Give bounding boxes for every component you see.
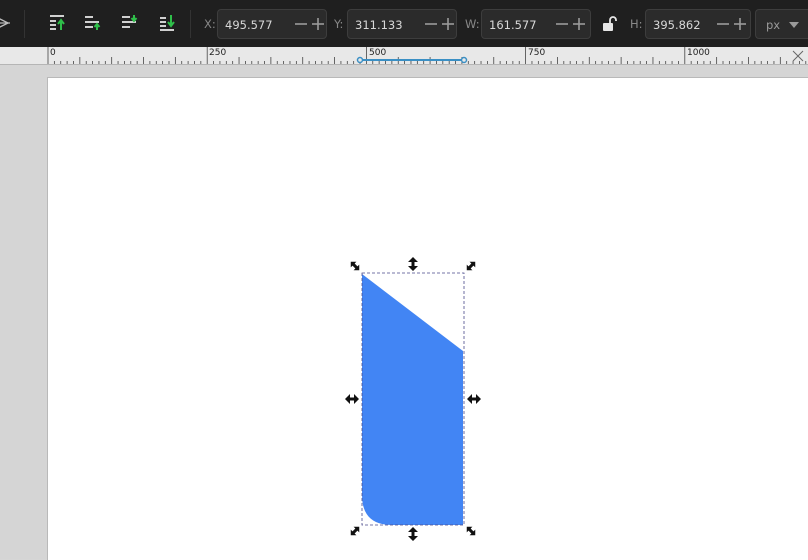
toolbar-overflow-arrow-icon[interactable]: [0, 14, 12, 32]
x-decrement-icon[interactable]: [293, 14, 309, 34]
scale-handle-left[interactable]: [345, 394, 359, 404]
x-value[interactable]: 495.577: [225, 18, 273, 32]
ruler-corner-icon: [792, 50, 804, 62]
selected-shape[interactable]: [362, 274, 463, 525]
w-value[interactable]: 161.577: [489, 18, 537, 32]
selection-layer: [345, 257, 481, 541]
lower-icon[interactable]: [119, 12, 141, 34]
y-decrement-icon[interactable]: [423, 14, 439, 34]
scale-handle-top-right[interactable]: [464, 259, 478, 273]
w-decrement-icon[interactable]: [554, 14, 570, 34]
h-increment-icon[interactable]: [732, 14, 748, 34]
ruler-label: 750: [528, 48, 546, 58]
ruler-label: 0: [50, 48, 56, 58]
unlocked-padlock-icon[interactable]: [600, 15, 618, 33]
h-spinbox[interactable]: 395.862: [645, 9, 751, 39]
unit-value: px: [766, 18, 781, 32]
w-spinbox[interactable]: 161.577: [481, 9, 591, 39]
scale-handle-top-left[interactable]: [348, 259, 362, 273]
tool-controls-bar: X: 495.577 Y: 311.133 W: 161.577 H: 395.…: [0, 0, 808, 47]
x-increment-icon[interactable]: [310, 14, 326, 34]
y-label: Y:: [334, 17, 344, 31]
horizontal-ruler[interactable]: 0 250 500 750 1000: [0, 47, 808, 65]
x-label: X:: [204, 17, 216, 31]
x-spinbox[interactable]: 495.577: [217, 9, 327, 39]
h-label: H:: [630, 17, 643, 31]
toolbar-separator: [24, 10, 25, 38]
lower-to-bottom-icon[interactable]: [157, 12, 179, 34]
scale-handle-bottom[interactable]: [408, 527, 418, 541]
canvas-area[interactable]: [0, 65, 808, 560]
selection-extent-indicator[interactable]: [356, 55, 468, 65]
ruler-label: 1000: [687, 48, 710, 58]
unit-dropdown[interactable]: px: [755, 9, 808, 39]
y-spinbox[interactable]: 311.133: [347, 9, 457, 39]
ruler-label: 250: [209, 48, 227, 58]
scale-handle-bottom-left[interactable]: [348, 524, 362, 538]
scale-handle-bottom-right[interactable]: [464, 524, 478, 538]
scale-handle-top[interactable]: [408, 257, 418, 271]
w-increment-icon[interactable]: [571, 14, 587, 34]
y-value[interactable]: 311.133: [355, 18, 403, 32]
toolbar-separator: [190, 10, 191, 38]
h-value[interactable]: 395.862: [653, 18, 701, 32]
y-increment-icon[interactable]: [440, 14, 456, 34]
raise-to-top-icon[interactable]: [47, 12, 69, 34]
chevron-down-icon: [789, 22, 799, 28]
raise-icon[interactable]: [82, 12, 104, 34]
w-label: W:: [465, 17, 480, 31]
scale-handle-right[interactable]: [467, 394, 481, 404]
h-decrement-icon[interactable]: [715, 14, 731, 34]
